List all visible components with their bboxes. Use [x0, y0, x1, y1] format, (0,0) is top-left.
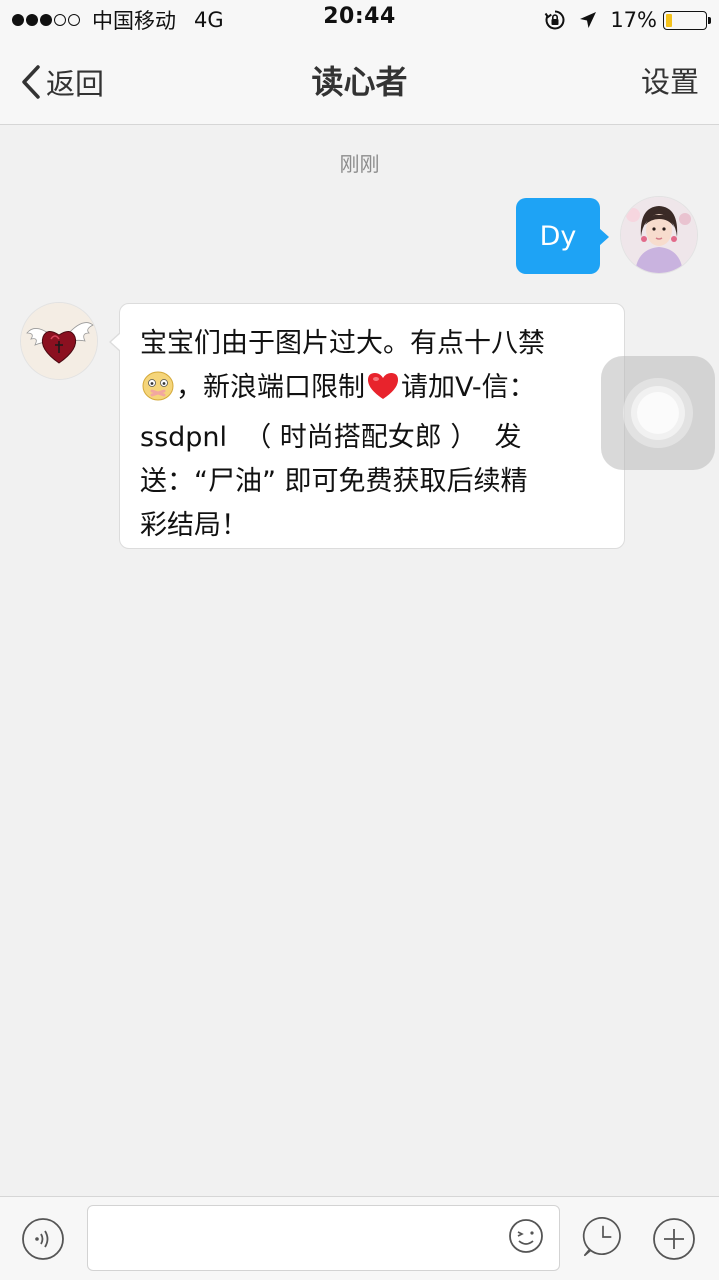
status-right: 17% — [544, 6, 711, 34]
outgoing-message-bubble[interactable]: Dy — [516, 198, 609, 274]
message-line-text: ，新浪端口限制 — [176, 372, 365, 403]
plus-icon[interactable] — [652, 1217, 696, 1261]
nav-bar: 返回 读心者 设置 — [0, 40, 719, 125]
shy-face-emoji — [140, 370, 176, 416]
chat-screen: 中国移动 4G 20:44 17% 返回 读心者 设置 刚刚 Dy 宝宝们由于图… — [0, 0, 719, 1280]
incoming-message-bubble[interactable]: 宝宝们由于图片过大。有点十八禁 ，新浪端口限制 请加V-信： ssdpnl （ … — [109, 303, 625, 549]
page-title: 读心者 — [311, 63, 408, 101]
battery-level — [666, 13, 672, 27]
status-bar: 中国移动 4G 20:44 17% — [0, 0, 719, 40]
message-line: 宝宝们由于图片过大。有点十八禁 — [140, 328, 545, 359]
location-arrow-icon — [580, 12, 597, 28]
battery-icon — [663, 10, 711, 30]
battery-percent: 17% — [610, 8, 657, 32]
settings-button[interactable]: 设置 — [641, 60, 699, 104]
message-input[interactable] — [87, 1205, 560, 1271]
history-clock-icon[interactable] — [581, 1215, 625, 1259]
user-avatar-woman-photo — [621, 197, 697, 273]
red-heart-emoji — [365, 370, 401, 416]
message-line: 彩结局！ — [140, 510, 248, 541]
sender-avatar[interactable] — [21, 303, 97, 379]
voice-icon[interactable] — [21, 1217, 65, 1261]
winged-heart-avatar — [21, 303, 97, 379]
rotation-lock-icon — [544, 10, 565, 30]
message-timestamp: 刚刚 — [339, 152, 380, 176]
message-line: 送：“尸油” 即可免费获取后续精 — [140, 466, 528, 497]
input-bar — [0, 1196, 719, 1280]
message-line: ，新浪端口限制 请加V-信： — [140, 366, 604, 416]
message-line-text: 请加V-信： — [401, 372, 536, 403]
my-avatar[interactable] — [621, 197, 697, 273]
message-line: ssdpnl （ 时尚搭配女郎 ） 发 — [140, 422, 522, 453]
assistive-touch-button[interactable] — [601, 356, 715, 470]
emoji-icon[interactable] — [507, 1217, 545, 1255]
outgoing-message-text: Dy — [539, 220, 577, 252]
